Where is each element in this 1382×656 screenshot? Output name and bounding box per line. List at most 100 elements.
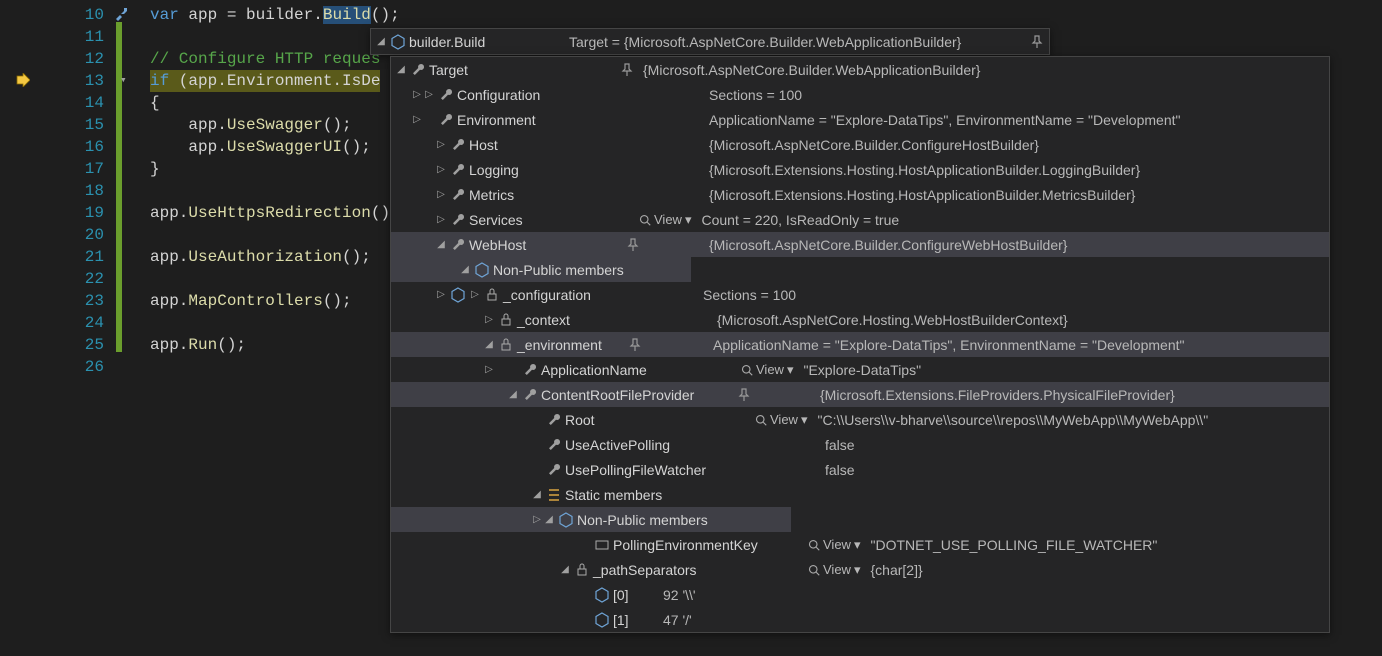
datatip-row[interactable]: ▷ ApplicationName View ▾ "Explore-DataTi… — [391, 357, 1329, 382]
datatip-row[interactable]: ◢ Target {Microsoft.AspNetCore.Builder.W… — [391, 57, 1329, 82]
view-dropdown[interactable]: View ▾ — [755, 412, 807, 428]
datatip-row[interactable]: ▷ _context {Microsoft.AspNetCore.Hosting… — [391, 307, 1329, 332]
expand-icon[interactable]: ◢ — [395, 64, 407, 75]
datatip-row[interactable]: ▷ Logging {Microsoft.Extensions.Hosting.… — [391, 157, 1329, 182]
datatip-row[interactable]: ◢ Non-Public members — [391, 257, 691, 282]
expand-icon[interactable]: ◢ — [375, 36, 387, 47]
pin-icon[interactable] — [619, 62, 635, 78]
wrench-icon — [450, 212, 466, 228]
datatip-name: PollingEnvironmentKey — [613, 537, 808, 553]
fold-chevron-icon[interactable]: ▾ — [120, 70, 127, 92]
datatip-name: Host — [469, 137, 709, 153]
expand-icon[interactable]: ▷ — [435, 139, 447, 150]
datatip-value: "Explore-DataTips" — [803, 362, 921, 378]
line-number: 24 — [0, 312, 130, 334]
datatip-name: _configuration — [503, 287, 703, 303]
datatip-row[interactable]: ◢ _pathSeparators View ▾ {char[2]} — [371, 557, 1329, 582]
expand-icon[interactable]: ◢ — [543, 514, 555, 525]
wrench-icon — [522, 387, 538, 403]
datatip-name: Environment — [457, 112, 709, 128]
pin-icon[interactable] — [736, 387, 752, 403]
wrench-icon — [546, 412, 562, 428]
datatip-name: ContentRootFileProvider — [541, 387, 736, 403]
expand-icon[interactable]: ◢ — [459, 264, 471, 275]
wrench-icon — [450, 237, 466, 253]
expand-icon[interactable]: ▷ — [435, 164, 447, 175]
datatip-value: {Microsoft.AspNetCore.Builder.ConfigureW… — [709, 237, 1067, 253]
datatip-row[interactable]: UseActivePolling false — [391, 432, 1329, 457]
expand-icon[interactable]: ◢ — [507, 389, 519, 400]
datatip-value: false — [825, 437, 855, 453]
datatip-name: UsePollingFileWatcher — [565, 462, 825, 478]
package-icon — [594, 587, 610, 603]
expand-icon[interactable]: ▷ — [411, 114, 423, 125]
datatip-value: ApplicationName = "Explore-DataTips", En… — [709, 112, 1180, 128]
expand-icon[interactable]: ▷ — [483, 314, 495, 325]
expand-icon[interactable]: ▷ — [483, 364, 495, 375]
line-number: 11 — [0, 26, 130, 48]
datatip-row[interactable]: ◢ _environment ApplicationName = "Explor… — [391, 332, 1329, 357]
datatip-expanded[interactable]: ◢ Target {Microsoft.AspNetCore.Builder.W… — [390, 56, 1330, 633]
pin-icon[interactable] — [625, 237, 641, 253]
datatip-row[interactable]: ▷ ◢ Non-Public members — [391, 507, 791, 532]
pin-icon[interactable] — [627, 337, 643, 353]
method-icon — [390, 34, 406, 50]
datatip-row[interactable]: ▷ ▷ Configuration Sections = 100 — [391, 82, 1329, 107]
datatip-row[interactable]: ▷ ▷ _configuration Sections = 100 — [391, 282, 1329, 307]
datatip-name: WebHost — [469, 237, 625, 253]
view-dropdown[interactable]: View ▾ — [808, 537, 860, 553]
datatip-value: {char[2]} — [870, 562, 922, 578]
datatip-value: 47 '/' — [663, 612, 692, 628]
view-dropdown[interactable]: View ▾ — [808, 562, 860, 578]
datatip-name: _context — [517, 312, 717, 328]
expand-icon[interactable]: ◢ — [435, 239, 447, 250]
view-dropdown[interactable]: View ▾ — [741, 362, 793, 378]
datatip-value: Sections = 100 — [703, 287, 796, 303]
datatip-name: Non-Public members — [577, 512, 737, 528]
line-number: 14 — [0, 92, 130, 114]
datatip-row[interactable]: ◢ WebHost {Microsoft.AspNetCore.Builder.… — [391, 232, 1329, 257]
lock-icon — [574, 562, 590, 578]
datatip-row[interactable]: ◢ ContentRootFileProvider {Microsoft.Ext… — [391, 382, 1329, 407]
expand-icon[interactable]: ◢ — [483, 339, 495, 350]
datatip-row[interactable]: [1] 47 '/' — [391, 607, 1329, 632]
view-dropdown[interactable]: View ▾ — [639, 212, 691, 228]
datatip-name: Logging — [469, 162, 709, 178]
expand-icon[interactable]: ◢ — [559, 564, 571, 575]
pin-icon[interactable] — [1029, 34, 1045, 50]
datatip-row[interactable]: ▷ Metrics {Microsoft.Extensions.Hosting.… — [391, 182, 1329, 207]
datatip-value: ApplicationName = "Explore-DataTips", En… — [713, 337, 1184, 353]
datatip-name: [1] — [613, 612, 663, 628]
datatip-name: Static members — [565, 487, 725, 503]
lock-icon — [484, 287, 500, 303]
expand-icon[interactable]: ▷ — [435, 189, 447, 200]
line-number: 23 — [0, 290, 130, 312]
expand-icon[interactable]: ▷ — [469, 289, 481, 300]
line-number: 19 — [0, 202, 130, 224]
datatip-row[interactable]: Root View ▾ "C:\\Users\\v-bharve\\source… — [391, 407, 1329, 432]
datatip-root[interactable]: ◢ builder.Build Target = {Microsoft.AspN… — [370, 28, 1050, 55]
expand-icon[interactable]: ▷ — [423, 89, 435, 100]
datatip-row[interactable]: ▷ Environment ApplicationName = "Explore… — [391, 107, 1329, 132]
expand-icon[interactable]: ▷ — [435, 214, 447, 225]
wrench-icon — [546, 462, 562, 478]
line-number: 16 — [0, 136, 130, 158]
datatip-value: Target = {Microsoft.AspNetCore.Builder.W… — [569, 34, 961, 50]
expand-icon[interactable]: ▷ — [411, 89, 423, 100]
package-icon — [594, 612, 610, 628]
datatip-row[interactable]: ▷ Services View ▾ Count = 220, IsReadOnl… — [391, 207, 1329, 232]
datatip-row[interactable]: [0] 92 '\\' — [391, 582, 1329, 607]
datatip-row[interactable]: UsePollingFileWatcher false — [391, 457, 1329, 482]
datatip-row[interactable]: ▷ Host {Microsoft.AspNetCore.Builder.Con… — [391, 132, 1329, 157]
datatip-row[interactable]: ◢ Static members — [391, 482, 1329, 507]
datatip-row[interactable]: PollingEnvironmentKey View ▾ "DOTNET_USE… — [391, 532, 1329, 557]
expand-icon[interactable]: ▷ — [435, 289, 447, 300]
datatip-value: "DOTNET_USE_POLLING_FILE_WATCHER" — [870, 537, 1157, 553]
wrench-icon — [438, 112, 454, 128]
line-number: 17 — [0, 158, 130, 180]
expand-icon[interactable]: ◢ — [531, 489, 543, 500]
datatip-row[interactable]: ◢ builder.Build Target = {Microsoft.AspN… — [371, 29, 1049, 54]
datatip-name: Metrics — [469, 187, 709, 203]
code-line[interactable]: var app = builder.Build(); — [150, 4, 1382, 26]
expand-icon[interactable]: ▷ — [531, 514, 543, 525]
